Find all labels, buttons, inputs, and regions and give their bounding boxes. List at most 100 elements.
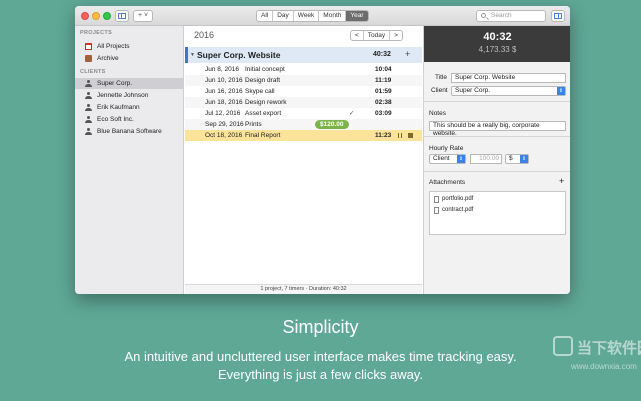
next-button[interactable]: >	[390, 31, 402, 40]
project-row[interactable]: ▼ Super Corp. Website 40:32 +	[185, 47, 422, 63]
sidebar-item-label: Erik Kaufmann	[97, 104, 140, 111]
search-icon	[481, 13, 486, 18]
attachment-item[interactable]: portfolio.pdf	[434, 196, 474, 203]
watermark: 当下软件园 www.downxia.com	[553, 334, 641, 384]
currency-select[interactable]: $ ⇕	[505, 154, 529, 164]
table-row[interactable]: Jun 8, 2016 Initial concept 10:04	[185, 64, 422, 75]
timer-duration: 11:23	[375, 132, 392, 139]
list-header: 2016 < Today >	[185, 26, 422, 46]
inspector-panel: 40:32 4,173.33 $ Title Super Corp. Websi…	[423, 26, 570, 294]
chevron-updown-icon: ⇕	[520, 155, 528, 163]
expense-badge: $120.00	[315, 120, 349, 129]
table-row[interactable]: Jun 10, 2016 Design draft 11:19	[185, 75, 422, 86]
timer-date: Oct 18, 2016	[205, 132, 243, 139]
segment-week[interactable]: Week	[294, 11, 320, 21]
title-label: Title	[435, 74, 448, 81]
timer-duration: 01:59	[375, 88, 392, 95]
sidebar-item-label: Jennette Johnson	[97, 92, 149, 99]
segment-month[interactable]: Month	[319, 11, 347, 21]
timer-list: 2016 < Today > ▼ Super Corp. Website 40:…	[185, 26, 422, 294]
sidebar-item-all-projects[interactable]: All Projects	[75, 41, 184, 52]
year-label: 2016	[194, 30, 215, 40]
sidebar-item-blue-banana[interactable]: Blue Banana Software	[75, 126, 184, 137]
sidebar-item-archive[interactable]: Archive	[75, 53, 184, 64]
segment-all[interactable]: All	[257, 11, 274, 21]
sidebar-item-super-corp[interactable]: Super Corp.	[75, 78, 184, 89]
clients-section-header: CLIENTS	[80, 69, 106, 75]
hourly-rate-label: Hourly Rate	[429, 145, 464, 152]
chevron-updown-icon: ⇕	[557, 87, 565, 95]
caption-line-1: An intuitive and uncluttered user interf…	[124, 349, 517, 364]
inspector-summary: 40:32 4,173.33 $	[424, 26, 570, 62]
title-field[interactable]: Super Corp. Website	[451, 73, 566, 83]
minimize-window-button[interactable]	[92, 12, 100, 20]
date-navigation: < Today >	[350, 30, 403, 41]
timer-name: Skype call	[245, 88, 275, 95]
chevron-updown-icon: ⇕	[457, 155, 465, 163]
currency-value: $	[509, 155, 513, 162]
timer-date: Sep 29, 2016	[205, 121, 244, 128]
search-input[interactable]: Search	[476, 10, 546, 22]
table-row-active[interactable]: Oct 18, 2016 Final Report 11:23	[185, 130, 422, 141]
pdf-file-icon	[434, 207, 439, 214]
inspector-icon	[554, 13, 562, 19]
notes-field[interactable]: This should be a really big, corporate w…	[429, 121, 566, 137]
table-row[interactable]: Jul 12, 2016 Asset export ✓ 03:09	[185, 108, 422, 119]
timer-date: Jul 12, 2016	[205, 110, 241, 117]
pdf-file-icon	[434, 196, 439, 203]
timer-name: Final Report	[245, 132, 281, 139]
client-select[interactable]: Super Corp. ⇕	[451, 86, 566, 96]
person-icon	[85, 128, 92, 135]
stop-icon[interactable]	[408, 133, 413, 138]
projects-section-header: PROJECTS	[80, 30, 113, 36]
inspector-toggle-button[interactable]	[551, 10, 565, 22]
timer-name: Design rework	[245, 99, 287, 106]
table-row[interactable]: Sep 29, 2016 Prints $120.00	[185, 119, 422, 130]
total-amount: 4,173.33 $	[478, 45, 517, 54]
checkmark-icon: ✓	[349, 110, 355, 117]
sidebar-item-erik-kaufmann[interactable]: Erik Kaufmann	[75, 102, 184, 113]
segment-year[interactable]: Year	[346, 11, 368, 21]
watermark-logo-icon	[553, 336, 573, 356]
rate-value-field[interactable]: 100.00	[470, 154, 502, 164]
pause-icon[interactable]	[398, 133, 402, 138]
sidebar: PROJECTS All Projects Archive CLIENTS Su…	[75, 26, 184, 294]
caption-title: Simplicity	[282, 317, 359, 337]
divider	[424, 101, 570, 102]
timer-name: Prints	[245, 121, 262, 128]
add-menu-button[interactable]: + ˅	[133, 10, 153, 22]
search-placeholder: Search	[491, 12, 512, 19]
attachments-label: Attachments	[429, 179, 466, 186]
person-icon	[85, 80, 92, 87]
timer-name: Initial concept	[245, 66, 285, 73]
zoom-window-button[interactable]	[103, 12, 111, 20]
attachment-name: portfolio.pdf	[442, 196, 474, 202]
today-button[interactable]: Today	[364, 31, 391, 40]
sidebar-item-jennette-johnson[interactable]: Jennette Johnson	[75, 90, 184, 101]
add-attachment-button[interactable]: +	[559, 176, 564, 186]
watermark-text: 当下软件园	[577, 340, 641, 357]
title-bar: + ˅ All Day Week Month Year Search	[75, 6, 570, 26]
divider	[424, 136, 570, 137]
close-window-button[interactable]	[81, 12, 89, 20]
attachments-list: portfolio.pdf contract.pdf	[429, 191, 566, 235]
sidebar-item-eco-soft[interactable]: Eco Soft Inc.	[75, 114, 184, 125]
table-row[interactable]: Jun 18, 2016 Design rework 02:38	[185, 97, 422, 108]
person-icon	[85, 92, 92, 99]
rate-type-select[interactable]: Client ⇕	[429, 154, 466, 164]
segment-day[interactable]: Day	[273, 11, 294, 21]
previous-button[interactable]: <	[351, 31, 364, 40]
table-row[interactable]: Jun 16, 2016 Skype call 01:59	[185, 86, 422, 97]
sidebar-toggle-button[interactable]	[115, 10, 129, 22]
timer-date: Jun 16, 2016	[205, 88, 243, 95]
client-select-value: Super Corp.	[455, 87, 491, 94]
attachment-item[interactable]: contract.pdf	[434, 207, 473, 214]
client-label: Client	[431, 87, 448, 94]
sidebar-icon	[118, 13, 126, 19]
add-timer-button[interactable]: +	[405, 49, 410, 59]
range-segmented-control: All Day Week Month Year	[256, 10, 369, 22]
sidebar-item-label: Eco Soft Inc.	[97, 116, 134, 123]
app-window: + ˅ All Day Week Month Year Search PROJE…	[75, 6, 570, 294]
disclosure-triangle-icon[interactable]: ▼	[190, 52, 195, 58]
timer-date: Jun 8, 2016	[205, 66, 239, 73]
